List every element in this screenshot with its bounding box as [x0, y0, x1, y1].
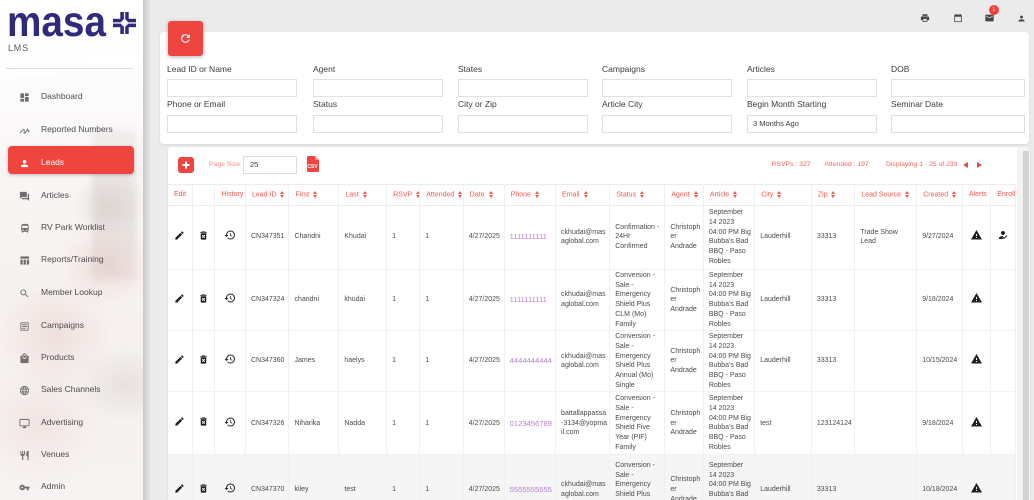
svg-text:CSV: CSV	[307, 164, 318, 170]
